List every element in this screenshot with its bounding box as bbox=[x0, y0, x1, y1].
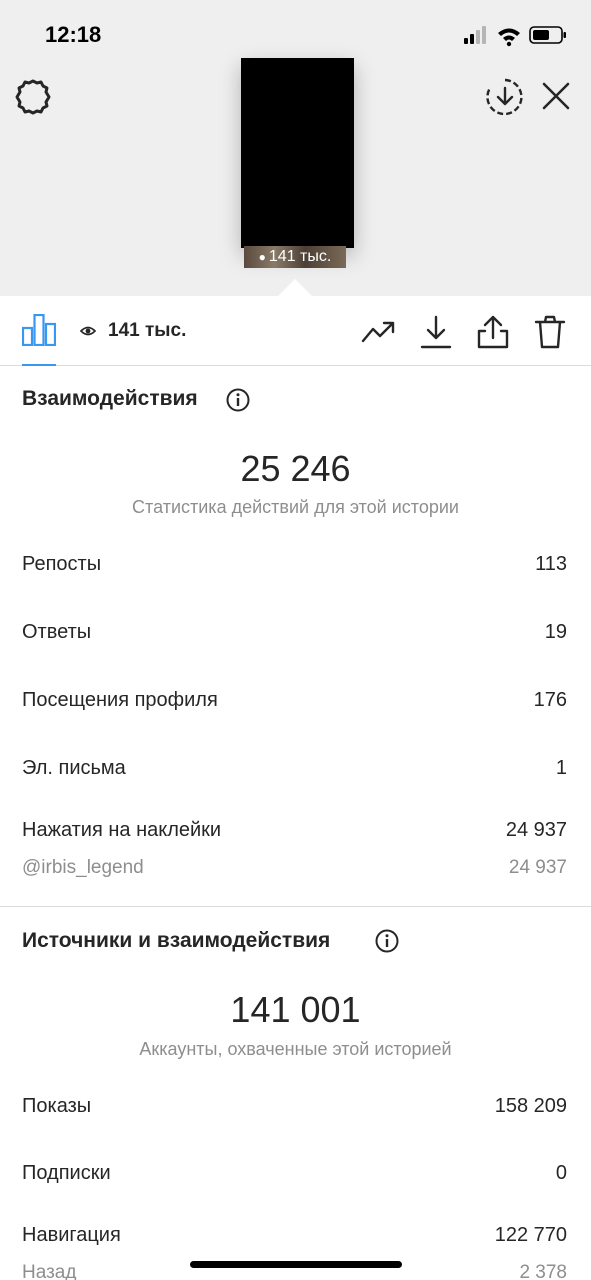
row-label-reposts: Репосты bbox=[22, 553, 102, 575]
status-indicators bbox=[464, 26, 566, 47]
download-circle-icon[interactable] bbox=[485, 77, 525, 117]
row-label-impressions: Показы bbox=[22, 1095, 92, 1117]
row-value-follows: 0 bbox=[555, 1162, 567, 1184]
sources-subtitle: Аккаунты, охваченные этой историей bbox=[139, 1039, 452, 1059]
row-label-sticker-taps: Нажатия на наклейки bbox=[22, 819, 222, 841]
trash-icon[interactable] bbox=[532, 314, 568, 350]
bar-chart-icon[interactable] bbox=[22, 314, 56, 346]
row-label-replies: Ответы bbox=[22, 621, 92, 643]
row-value-sticker-taps: 24 937 bbox=[505, 819, 567, 841]
trending-up-icon[interactable] bbox=[360, 314, 396, 350]
interactions-total: 25 246 bbox=[240, 448, 351, 489]
row-value-profile-visits: 176 bbox=[533, 689, 567, 711]
gear-icon[interactable] bbox=[14, 78, 52, 116]
active-tab-indicator bbox=[22, 364, 56, 366]
row-value-impressions: 158 209 bbox=[494, 1095, 567, 1117]
share-icon[interactable] bbox=[475, 314, 511, 350]
story-thumbnail-views: ● 141 тыс. bbox=[244, 246, 346, 268]
home-indicator[interactable] bbox=[190, 1261, 402, 1268]
row-value-back: 2 378 bbox=[519, 1262, 567, 1280]
sources-title: Источники и взаимодействия bbox=[22, 929, 331, 952]
status-time: 12:18 bbox=[45, 22, 102, 47]
sources-total: 141 001 bbox=[230, 989, 361, 1030]
battery-icon bbox=[529, 26, 566, 44]
row-value-sticker-mention: 24 937 bbox=[508, 857, 567, 878]
insights-toolbar: 141 тыс. bbox=[0, 296, 591, 366]
cellular-signal-icon bbox=[464, 26, 486, 44]
section-divider bbox=[0, 906, 591, 907]
row-value-reposts: 113 bbox=[535, 553, 567, 575]
download-icon[interactable] bbox=[418, 314, 454, 350]
row-label-sticker-mention[interactable]: @irbis_legend bbox=[22, 857, 144, 879]
row-label-navigation: Навигация bbox=[22, 1224, 121, 1246]
row-label-back: Назад bbox=[22, 1262, 77, 1280]
row-value-replies: 19 bbox=[544, 621, 567, 643]
info-icon[interactable] bbox=[226, 388, 250, 412]
story-thumbnail[interactable] bbox=[241, 58, 354, 248]
row-value-navigation: 122 770 bbox=[494, 1224, 567, 1246]
info-icon[interactable] bbox=[375, 929, 399, 953]
interactions-title: Взаимодействия bbox=[22, 387, 198, 410]
views-count: 141 тыс. bbox=[108, 320, 187, 341]
story-thumb-views-label: 141 тыс. bbox=[268, 248, 332, 265]
interactions-subtitle: Статистика действий для этой истории bbox=[132, 497, 459, 517]
close-icon[interactable] bbox=[540, 80, 572, 112]
eye-icon: ● bbox=[258, 250, 266, 264]
row-label-follows: Подписки bbox=[22, 1162, 111, 1184]
wifi-icon bbox=[498, 28, 520, 47]
row-label-emails: Эл. письма bbox=[22, 757, 126, 779]
eye-icon bbox=[80, 326, 96, 336]
row-label-profile-visits: Посещения профиля bbox=[22, 689, 218, 711]
row-value-emails: 1 bbox=[555, 757, 567, 779]
